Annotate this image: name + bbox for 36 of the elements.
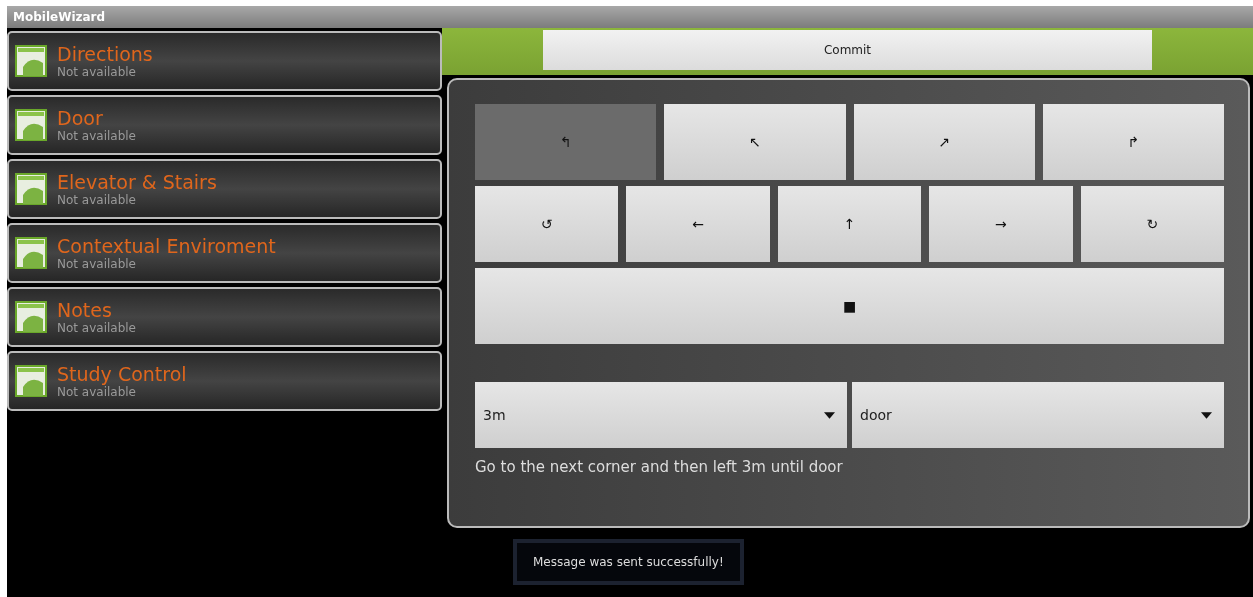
window-title: MobileWizard xyxy=(13,10,106,24)
list-item[interactable]: Contextual Enviroment Not available xyxy=(7,223,442,283)
toast-message: Message was sent successfully! xyxy=(513,539,744,585)
item-title: Elevator & Stairs xyxy=(57,171,217,193)
item-status: Not available xyxy=(57,129,136,143)
item-title: Study Control xyxy=(57,363,187,385)
direction-button[interactable]: ↖ xyxy=(664,104,846,180)
caret-icon xyxy=(824,411,835,419)
item-status: Not available xyxy=(57,321,136,335)
list-item[interactable]: Notes Not available xyxy=(7,287,442,347)
direction-button[interactable]: ↑ xyxy=(777,186,922,262)
list-item[interactable]: Elevator & Stairs Not available xyxy=(7,159,442,219)
list-item[interactable]: Door Not available xyxy=(7,95,442,155)
direction-button[interactable]: ↱ xyxy=(1042,104,1224,180)
list-item[interactable]: Directions Not available xyxy=(7,31,442,91)
direction-button[interactable]: ↺ xyxy=(475,186,619,262)
dropdown[interactable]: 3m xyxy=(475,382,847,448)
caret-icon xyxy=(1201,411,1212,419)
item-title: Directions xyxy=(57,43,153,65)
direction-button[interactable]: ↻ xyxy=(1080,186,1225,262)
item-status: Not available xyxy=(57,385,137,399)
direction-button[interactable]: ↰ xyxy=(475,104,657,180)
dropdown[interactable]: door xyxy=(852,382,1224,448)
direction-button[interactable]: ↗ xyxy=(853,104,1035,180)
item-title: Notes xyxy=(57,299,113,321)
list-item[interactable]: Study Control Not available xyxy=(7,351,442,411)
item-status: Not available xyxy=(57,193,137,207)
item-status: Not available xyxy=(57,65,137,79)
item-status: Not available xyxy=(57,257,137,271)
direction-button[interactable]: ← xyxy=(626,186,770,262)
direction-button[interactable]: → xyxy=(929,186,1073,262)
item-title: Door xyxy=(57,107,104,129)
instruction-text: Go to the next corner and then left 3m until door xyxy=(475,458,844,476)
commit-button[interactable]: Commit xyxy=(543,30,1152,70)
item-title: Contextual Enviroment xyxy=(57,235,276,257)
direction-button[interactable]: ■ xyxy=(475,268,1224,344)
